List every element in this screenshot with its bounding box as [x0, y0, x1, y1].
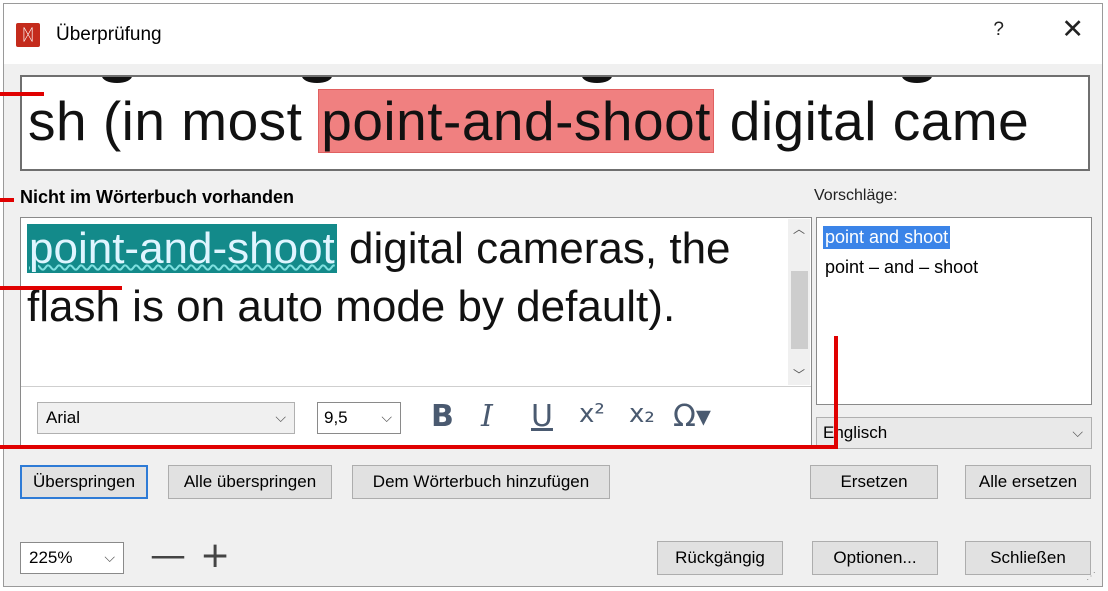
font-family-select[interactable]: Arial ⌵: [37, 402, 295, 434]
callout-line: [0, 445, 838, 449]
italic-button[interactable]: I: [481, 399, 493, 434]
skip-button[interactable]: Überspringen: [20, 465, 148, 499]
replace-all-button[interactable]: Alle ersetzen: [965, 465, 1091, 499]
callout-line: [0, 198, 14, 202]
chevron-down-icon: ⌵: [1072, 425, 1083, 441]
cut-off-glyph: [102, 77, 132, 83]
help-button[interactable]: ?: [993, 19, 1004, 41]
editor-text[interactable]: point-and-shoot digital cameras, the fla…: [27, 220, 767, 336]
zoom-in-button[interactable]: +: [200, 536, 230, 576]
not-in-dictionary-label: Nicht im Wörterbuch vorhanden: [20, 187, 295, 207]
suggestions-label: Vorschläge:: [814, 187, 898, 204]
resize-grip-icon[interactable]: ⋰: [1086, 571, 1096, 582]
cut-off-glyph: [582, 77, 612, 83]
preview-before: sh (in most: [28, 90, 319, 152]
skip-all-button[interactable]: Alle überspringen: [168, 465, 332, 499]
misspelled-word[interactable]: point-and-shoot: [27, 224, 337, 273]
app-icon: ᛞ: [16, 23, 40, 47]
superscript-button[interactable]: x²: [579, 399, 605, 429]
font-size-select[interactable]: 9,5 ⌵: [317, 402, 401, 434]
preview-highlighted-word: point-and-shoot: [318, 89, 714, 153]
font-size-value: 9,5: [324, 408, 348, 427]
editor-scrollbar[interactable]: ︿ ﹀: [788, 219, 810, 385]
preview-after: digital came: [713, 90, 1030, 152]
options-button[interactable]: Optionen...: [812, 541, 938, 575]
suggestion-item[interactable]: point – and – shoot: [823, 256, 980, 279]
underline-button[interactable]: U: [531, 399, 553, 434]
language-select[interactable]: Englisch ⌵: [816, 417, 1092, 449]
scroll-down-icon[interactable]: ﹀: [788, 365, 810, 385]
spellcheck-dialog: ᛞ Überprüfung ? ✕ sh (in most point-and-…: [3, 3, 1103, 587]
document-preview: sh (in most point-and-shoot digital came: [20, 75, 1090, 171]
cut-off-glyph: [902, 77, 932, 83]
callout-line: [0, 286, 122, 290]
cut-off-glyph: [302, 77, 332, 83]
window-title: Überprüfung: [56, 24, 162, 45]
chevron-down-icon: ⌵: [104, 550, 115, 566]
zoom-value: 225%: [29, 548, 73, 567]
close-button[interactable]: Schließen: [965, 541, 1091, 575]
suggestions-list[interactable]: point and shoot point – and – shoot: [816, 217, 1092, 405]
suggestion-item[interactable]: point and shoot: [823, 226, 951, 249]
scroll-up-icon[interactable]: ︿: [788, 219, 810, 239]
special-character-button[interactable]: Ω▾: [673, 399, 711, 434]
zoom-select[interactable]: 225% ⌵: [20, 542, 124, 574]
replace-button[interactable]: Ersetzen: [810, 465, 938, 499]
chevron-down-icon: ⌵: [275, 410, 286, 426]
title-bar: ᛞ Überprüfung ? ✕: [4, 4, 1102, 64]
callout-line: [834, 336, 838, 449]
callout-line: [0, 92, 44, 96]
undo-button[interactable]: Rückgängig: [657, 541, 783, 575]
zoom-out-button[interactable]: —: [150, 536, 186, 576]
chevron-down-icon: ⌵: [381, 410, 392, 426]
bold-button[interactable]: B: [431, 399, 454, 434]
scroll-thumb[interactable]: [791, 271, 808, 349]
language-value: Englisch: [823, 423, 888, 442]
format-toolbar: Arial ⌵ 9,5 ⌵ B I U x² x₂ Ω▾: [21, 386, 811, 447]
font-family-value: Arial: [46, 408, 81, 427]
preview-line: sh (in most point-and-shoot digital came: [28, 89, 1029, 153]
add-to-dictionary-button[interactable]: Dem Wörterbuch hinzufügen: [352, 465, 610, 499]
error-context-editor[interactable]: point-and-shoot digital cameras, the fla…: [20, 217, 812, 447]
subscript-button[interactable]: x₂: [629, 399, 655, 429]
close-icon[interactable]: ✕: [1061, 14, 1084, 45]
